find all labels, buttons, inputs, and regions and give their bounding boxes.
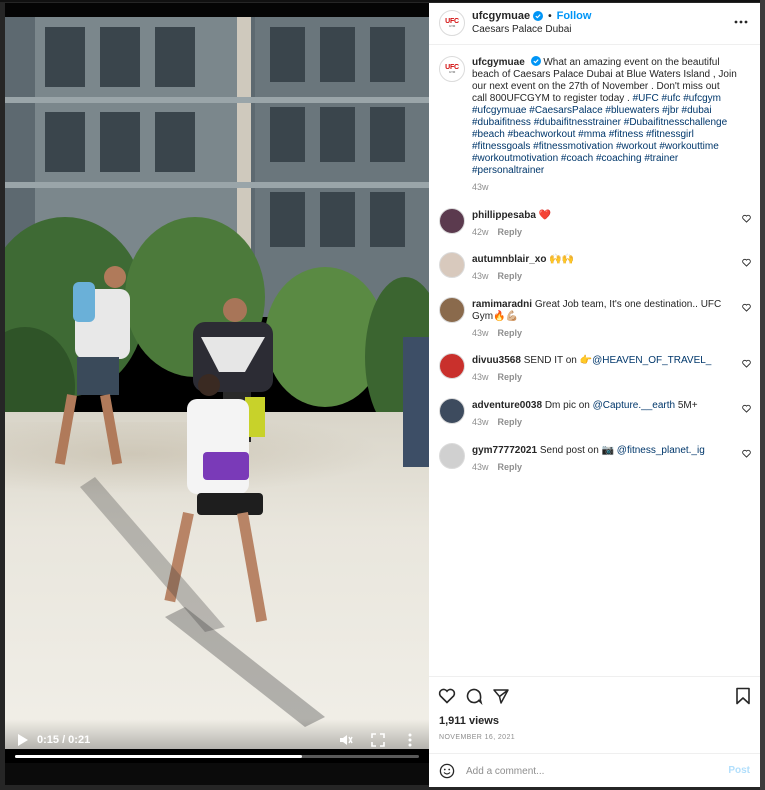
post-header: UFC GYM ufcgymuae • Follow Caesars Palace… xyxy=(429,3,760,45)
comment-age[interactable]: 43w xyxy=(472,328,489,338)
mute-icon[interactable] xyxy=(339,733,353,747)
comment-age[interactable]: 43w xyxy=(472,271,489,281)
play-icon[interactable] xyxy=(17,733,29,747)
reply-button[interactable]: Reply xyxy=(498,227,523,237)
post-location[interactable]: Caesars Palace Dubai xyxy=(472,24,572,35)
add-comment-bar: Post xyxy=(429,753,760,787)
comment-mention[interactable]: @fitness_planet._ig xyxy=(617,445,705,456)
comment-suffix: 5M+ xyxy=(675,400,698,411)
avatar[interactable] xyxy=(439,208,465,234)
window-top-edge xyxy=(0,0,765,2)
video-more-icon[interactable] xyxy=(403,733,417,747)
comment-text: Dm pic on xyxy=(544,400,590,411)
caption-hashtags[interactable]: #UFC #ufc #ufcgym #ufcgymuae #CaesarsPal… xyxy=(472,93,727,176)
comment-emoji: 🔥💪🏼 xyxy=(493,311,519,322)
post-comment-button[interactable]: Post xyxy=(728,765,750,776)
post-date[interactable]: NOVEMBER 16, 2021 xyxy=(439,734,515,741)
comment-age[interactable]: 43w xyxy=(472,372,489,382)
verified-badge-icon xyxy=(533,11,544,21)
comment-username[interactable]: phillippesaba xyxy=(472,210,536,221)
separator-dot: • xyxy=(548,10,552,22)
comment-mention[interactable]: @Capture.__earth xyxy=(593,400,675,411)
emoji-icon[interactable] xyxy=(439,763,455,779)
more-options-icon[interactable] xyxy=(734,15,748,29)
verified-badge-icon xyxy=(530,56,541,66)
caption-age[interactable]: 43w xyxy=(472,182,489,192)
comment-emoji: 🙌🙌 xyxy=(549,254,575,265)
comment-icon xyxy=(466,688,483,706)
comment-input[interactable] xyxy=(466,763,706,779)
avatar[interactable]: UFC GYM xyxy=(439,56,465,82)
post-username[interactable]: ufcgymuae xyxy=(472,10,530,22)
share-button[interactable] xyxy=(492,687,510,705)
comments-list: UFC GYM ufcgymuae What an amazing event o… xyxy=(429,46,760,676)
bookmark-icon[interactable] xyxy=(735,687,751,705)
athletes xyxy=(54,266,429,727)
like-comment-icon[interactable] xyxy=(742,303,751,312)
comment-button[interactable] xyxy=(465,687,483,706)
comment-mention[interactable]: @HEAVEN_OF_TRAVEL_ xyxy=(592,355,711,366)
video-progress-fill xyxy=(15,755,302,758)
comment-username[interactable]: adventure0038 xyxy=(472,400,542,411)
like-comment-icon[interactable] xyxy=(742,404,751,413)
video-frame xyxy=(5,17,429,749)
post-side-panel: UFC GYM ufcgymuae • Follow Caesars Palace… xyxy=(429,3,760,787)
reply-button[interactable]: Reply xyxy=(498,271,523,281)
caption-username[interactable]: ufcgymuae xyxy=(472,57,525,68)
avatar[interactable] xyxy=(439,297,465,323)
video-player[interactable]: 0:15 / 0:21 xyxy=(5,3,429,785)
comment-username[interactable]: divuu3568 xyxy=(472,355,521,366)
comment-username[interactable]: gym77772021 xyxy=(472,445,537,456)
comment-text: Send post on xyxy=(539,445,599,456)
heart-icon xyxy=(438,688,456,704)
follow-button[interactable]: Follow xyxy=(557,10,592,22)
window-right-edge xyxy=(760,0,765,790)
comment-age[interactable]: 43w xyxy=(472,417,489,427)
comment-age[interactable]: 43w xyxy=(472,462,489,472)
avatar[interactable] xyxy=(439,353,465,379)
post-actions: 1,911 views NOVEMBER 16, 2021 xyxy=(429,676,760,753)
avatar[interactable]: UFC GYM xyxy=(439,10,465,36)
like-comment-icon[interactable] xyxy=(742,258,751,267)
reply-button[interactable]: Reply xyxy=(498,372,523,382)
send-icon xyxy=(493,689,509,704)
comment-emoji: 📷 xyxy=(601,445,615,456)
comment-emoji: 👉 xyxy=(579,355,593,366)
like-comment-icon[interactable] xyxy=(742,214,751,223)
reply-button[interactable]: Reply xyxy=(498,462,523,472)
avatar[interactable] xyxy=(439,252,465,278)
view-count[interactable]: 1,911 views xyxy=(439,715,499,727)
app-frame: 0:15 / 0:21 UFC GYM ufcgymuae • Follow C… xyxy=(0,0,765,790)
video-time: 0:15 / 0:21 xyxy=(37,734,91,746)
video-progress-bar[interactable] xyxy=(15,755,419,758)
like-button[interactable] xyxy=(438,687,456,705)
video-letterbox-top xyxy=(5,3,429,17)
avatar[interactable] xyxy=(439,443,465,469)
reply-button[interactable]: Reply xyxy=(498,417,523,427)
comment-emoji: ❤️ xyxy=(538,210,552,221)
like-comment-icon[interactable] xyxy=(742,449,751,458)
comment-age[interactable]: 42w xyxy=(472,227,489,237)
comment-username[interactable]: ramimaradni xyxy=(472,299,532,310)
comment-text: SEND IT on xyxy=(523,355,577,366)
fullscreen-icon[interactable] xyxy=(371,733,385,747)
like-comment-icon[interactable] xyxy=(742,359,751,368)
comment-username[interactable]: autumnblair_xo xyxy=(472,254,546,265)
avatar[interactable] xyxy=(439,398,465,424)
video-letterbox-bottom xyxy=(5,763,429,785)
reply-button[interactable]: Reply xyxy=(498,328,523,338)
